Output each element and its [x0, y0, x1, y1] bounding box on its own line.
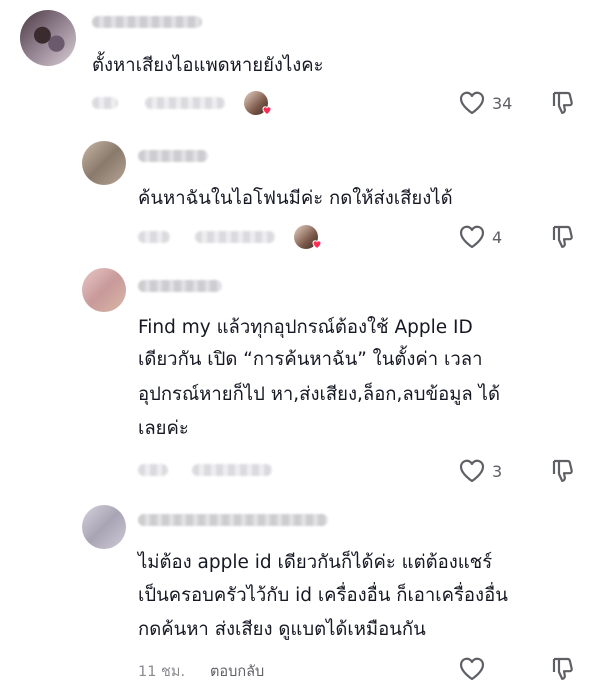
like-button[interactable]: 3	[458, 458, 502, 484]
thumbs-down-icon[interactable]	[550, 656, 576, 682]
timestamp-blurred	[92, 97, 118, 109]
comment-text-line: Find my แล้วทุกอุปกรณ์ต้องใช้ Apple ID	[138, 317, 473, 338]
pink-heart-icon	[262, 106, 272, 116]
username-blurred[interactable]	[92, 16, 202, 28]
comment-text-line: อุปกรณ์หายก็ไป หา,ส่งเสียง,ล็อก,ลบข้อมูล…	[138, 384, 500, 405]
heart-outline-icon	[459, 91, 485, 115]
like-button[interactable]: 34	[458, 90, 512, 116]
heart-outline-icon	[459, 657, 485, 681]
like-count: 3	[492, 461, 503, 481]
like-button[interactable]: 4	[458, 224, 502, 250]
like-count: 4	[492, 227, 503, 247]
username-blurred[interactable]	[138, 514, 328, 526]
comment-text-line: เดียวกัน เปิด “การค้นหาฉัน” ในตั้งค่า เว…	[138, 349, 483, 370]
comment-text-line: เป็นครอบครัวไว้กับ id เครื่องอื่น ก็เอาเ…	[138, 585, 508, 606]
heart-outline-icon	[459, 225, 485, 249]
like-button[interactable]	[458, 656, 486, 682]
comment-text-line: ไม่ต้อง apple id เดียวกันก็ได้ค่ะ แต่ต้อ…	[138, 552, 493, 573]
comment-text-line: เลยค่ะ	[138, 418, 189, 439]
timestamp-blurred	[138, 464, 168, 476]
timestamp-blurred	[138, 231, 170, 243]
thumbs-down-icon[interactable]	[550, 90, 576, 116]
heart-outline-icon	[459, 459, 485, 483]
timestamp: 11 ชม.	[138, 664, 186, 680]
avatar[interactable]	[20, 10, 76, 66]
pink-heart-icon	[312, 240, 322, 250]
thumbs-down-icon[interactable]	[550, 458, 576, 484]
comment-text-line: กดค้นหา ส่งเสียง ดูแบตได้เหมือนกัน	[138, 619, 426, 640]
like-count: 34	[492, 93, 513, 113]
avatar[interactable]	[82, 268, 126, 312]
username-blurred[interactable]	[138, 150, 208, 162]
thumbs-down-icon[interactable]	[550, 224, 576, 250]
username-blurred[interactable]	[138, 280, 222, 292]
comment-text: ตั้งหาเสียงไอแพดหายยังไงคะ	[92, 55, 324, 76]
avatar[interactable]	[82, 141, 126, 185]
reply-link-blurred[interactable]	[195, 231, 275, 243]
avatar[interactable]	[82, 505, 126, 549]
reply-link-blurred[interactable]	[192, 464, 272, 476]
comment-text: ค้นหาฉันในไอโฟนมีค่ะ กดให้ส่งเสียงได้	[138, 188, 453, 209]
reply-link-blurred[interactable]	[145, 97, 225, 109]
reply-link[interactable]: ตอบกลับ	[210, 660, 264, 683]
